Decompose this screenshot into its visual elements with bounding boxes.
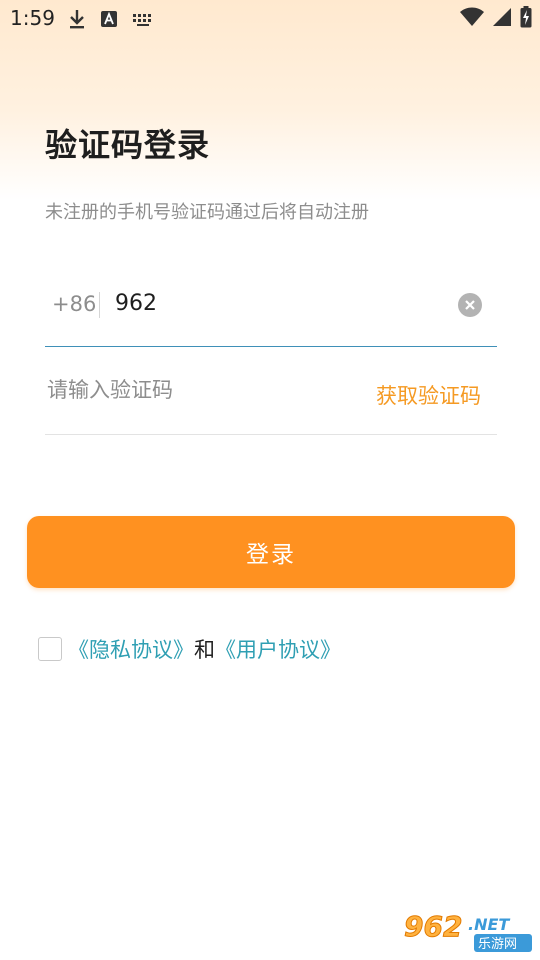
user-agreement-link[interactable]: 《用户协议》: [215, 634, 341, 664]
keyboard-icon: [132, 12, 154, 31]
code-input-row: 获取验证码: [45, 366, 497, 435]
status-right-icons: [460, 6, 532, 32]
verification-code-input[interactable]: [47, 378, 347, 402]
get-code-button[interactable]: 获取验证码: [376, 380, 481, 410]
status-time: 1:59: [10, 6, 55, 30]
page-title: 验证码登录: [45, 126, 211, 164]
svg-text:.NET: .NET: [468, 915, 510, 934]
wifi-icon: [460, 7, 484, 31]
battery-charging-icon: [520, 6, 532, 32]
download-icon: [68, 8, 86, 34]
login-button[interactable]: 登录: [27, 516, 515, 588]
page-subtitle: 未注册的手机号验证码通过后将自动注册: [45, 202, 369, 223]
privacy-policy-link[interactable]: 《隐私协议》: [68, 634, 194, 664]
country-code-divider: [99, 292, 100, 318]
status-bar: 1:59: [0, 0, 540, 36]
phone-input-row: +86: [45, 280, 497, 347]
svg-text:乐游网: 乐游网: [478, 937, 517, 952]
phone-input[interactable]: [115, 291, 435, 316]
country-code[interactable]: +86: [52, 292, 96, 316]
svg-text:962: 962: [404, 910, 462, 943]
font-app-icon: [100, 10, 118, 32]
site-watermark-logo: 962 .NET 乐游网: [402, 906, 534, 954]
agreement-checkbox[interactable]: [38, 637, 62, 661]
agreement-row: 《隐私协议》 和 《用户协议》: [38, 634, 341, 664]
signal-icon: [492, 7, 512, 31]
status-left-icons: [68, 8, 154, 34]
agreement-and-text: 和: [194, 638, 215, 662]
clear-icon[interactable]: [458, 293, 482, 317]
